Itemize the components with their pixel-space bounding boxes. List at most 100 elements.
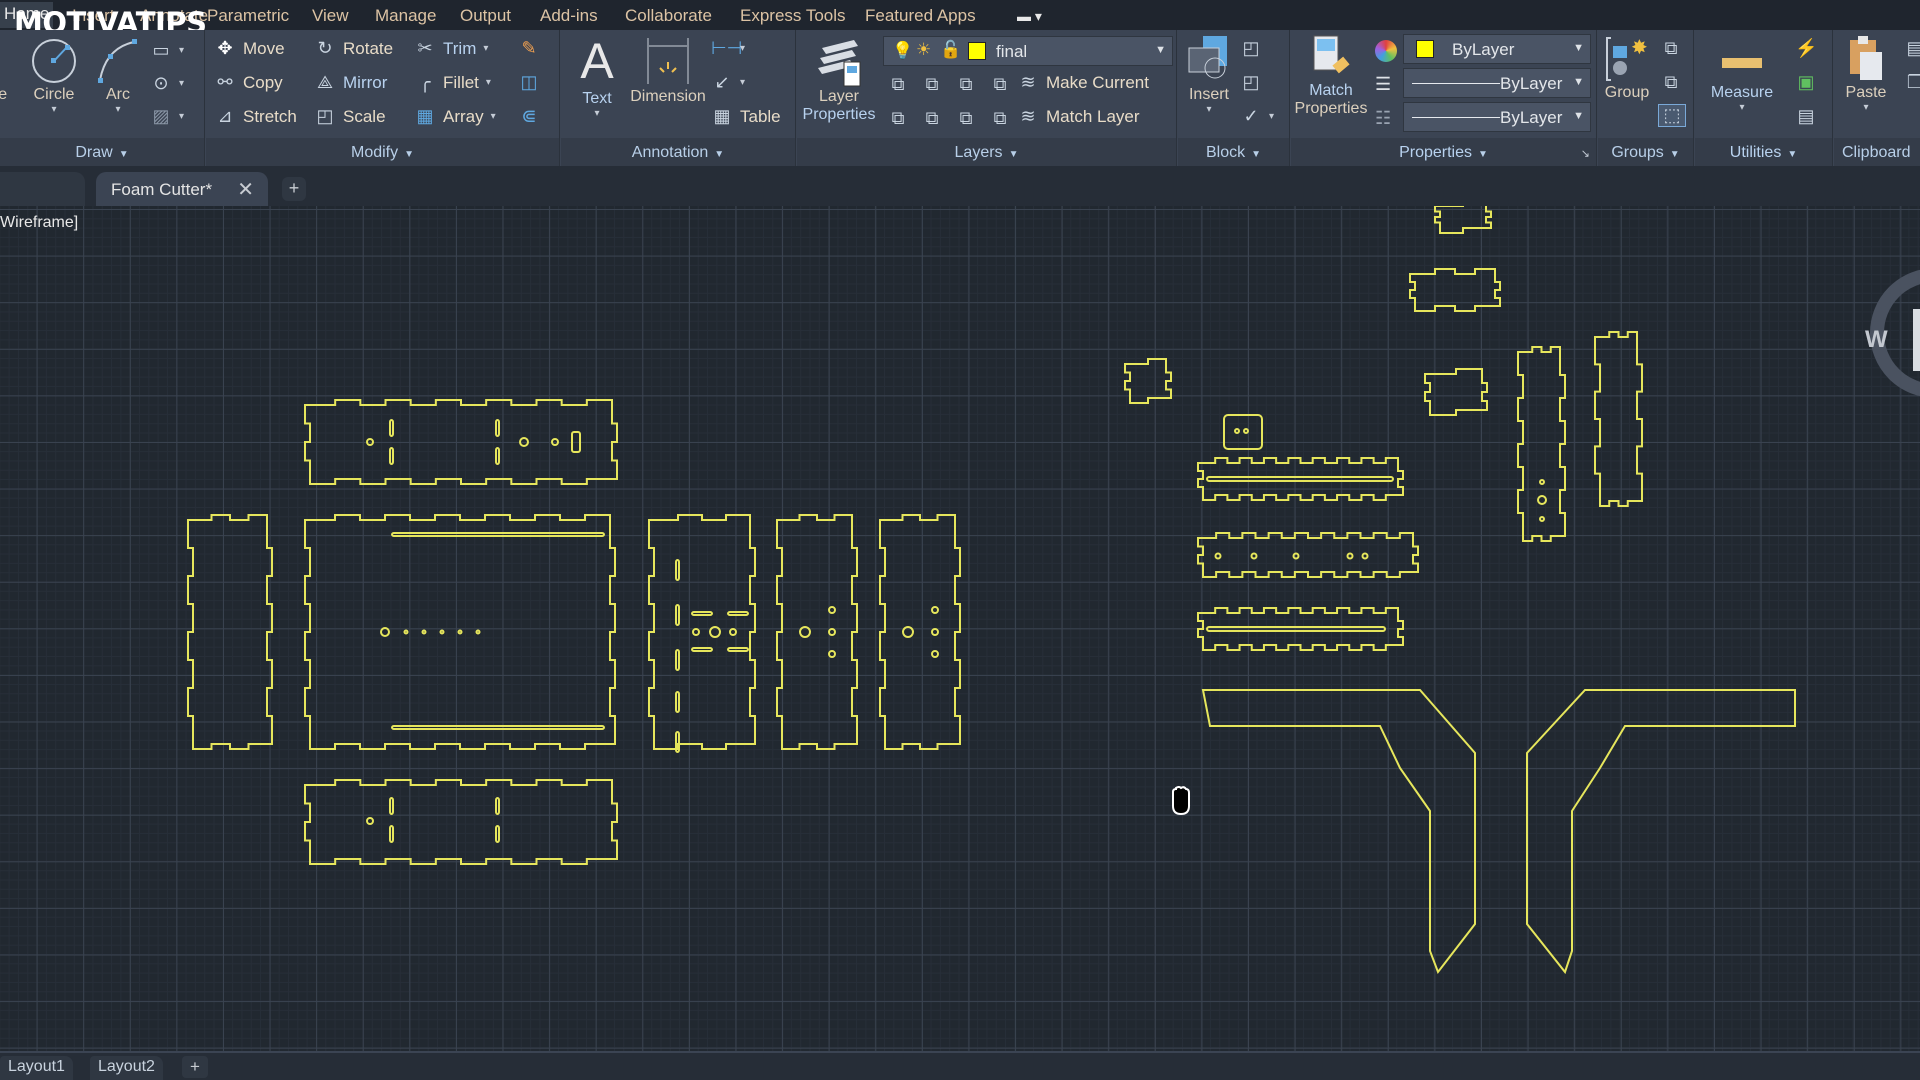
part-bottom-panel[interactable] bbox=[304, 779, 618, 865]
visual-style-label[interactable]: Wireframe] bbox=[0, 214, 78, 232]
explode-button[interactable]: ◫ bbox=[518, 72, 540, 93]
hole[interactable] bbox=[1537, 495, 1547, 505]
part-side-panel-b[interactable] bbox=[776, 514, 858, 750]
new-tab-button[interactable]: + bbox=[282, 177, 306, 201]
block-attributes-button[interactable]: ✓ ▾ bbox=[1240, 106, 1274, 127]
slot[interactable] bbox=[675, 559, 680, 581]
hole[interactable] bbox=[519, 437, 529, 447]
layer-lock-icon[interactable]: 🔓 bbox=[940, 40, 961, 60]
slot[interactable] bbox=[727, 647, 749, 652]
circle-button[interactable]: Circle ▾ bbox=[26, 36, 82, 115]
connector-cutout[interactable] bbox=[571, 431, 581, 453]
ellipse-button[interactable]: ⊙ ▾ bbox=[150, 73, 184, 94]
slot[interactable] bbox=[389, 447, 394, 465]
part-rail-a[interactable] bbox=[1197, 457, 1404, 501]
panel-title-groups[interactable]: Groups ▼ bbox=[1598, 144, 1693, 162]
slot[interactable] bbox=[691, 647, 713, 652]
move-button[interactable]: ✥ Move bbox=[214, 38, 284, 59]
hole[interactable] bbox=[1539, 516, 1545, 522]
part-small-c[interactable] bbox=[1424, 368, 1488, 416]
hole[interactable] bbox=[1214, 552, 1222, 560]
rotate-button[interactable]: ↻ Rotate bbox=[314, 38, 393, 59]
part-rail-b[interactable] bbox=[1197, 532, 1419, 578]
slot[interactable] bbox=[495, 797, 500, 815]
match-layer-button[interactable]: ≋ Match Layer bbox=[1017, 106, 1139, 127]
layout-tab-1[interactable]: Layout1 bbox=[0, 1056, 73, 1080]
slot[interactable] bbox=[389, 797, 394, 815]
hole[interactable] bbox=[439, 629, 445, 635]
layer-dropdown[interactable]: 💡 ☀ 🔓 final ▼ bbox=[883, 36, 1173, 66]
insert-button[interactable]: Insert ▾ bbox=[1182, 34, 1236, 115]
rail-slot[interactable] bbox=[1206, 476, 1394, 482]
panel-title-clipboard[interactable]: Clipboard bbox=[1842, 144, 1920, 162]
layer-unisolate-icon[interactable]: ⧉ bbox=[921, 108, 943, 129]
layer-off-icon[interactable]: ⧉ bbox=[887, 74, 909, 95]
hole[interactable] bbox=[403, 629, 409, 635]
document-tab[interactable]: Foam Cutter* ✕ bbox=[96, 172, 268, 206]
ungroup-button[interactable]: ⧉ bbox=[1660, 38, 1682, 59]
layer-thaw-icon[interactable]: ⧉ bbox=[955, 108, 977, 129]
layer-properties-button[interactable]: Layer Properties bbox=[799, 36, 879, 124]
select-all-button[interactable]: ▣ bbox=[1795, 72, 1817, 93]
part-side-panel-a[interactable] bbox=[648, 514, 756, 750]
slot[interactable] bbox=[389, 825, 394, 843]
layer-freeze-icon[interactable]: ☀ bbox=[916, 40, 931, 60]
hole[interactable] bbox=[1243, 428, 1249, 434]
create-block-button[interactable]: ◰ bbox=[1240, 38, 1262, 59]
panel-title-draw[interactable]: Draw ▼ bbox=[0, 144, 204, 162]
layer-on-icon[interactable]: 💡 bbox=[892, 41, 913, 61]
hole[interactable] bbox=[551, 438, 559, 446]
hole[interactable] bbox=[692, 628, 700, 636]
hole[interactable] bbox=[1234, 428, 1240, 434]
hole[interactable] bbox=[799, 626, 811, 638]
slot[interactable] bbox=[675, 691, 680, 713]
arc-button[interactable]: Arc ▾ bbox=[96, 36, 140, 115]
rail-slot[interactable] bbox=[391, 725, 605, 730]
hole[interactable] bbox=[1346, 552, 1354, 560]
offset-button[interactable]: ⋐ bbox=[518, 106, 540, 127]
linetype-dropdown[interactable]: ByLayer ▼ bbox=[1403, 102, 1591, 132]
part-small-e[interactable] bbox=[1223, 414, 1263, 450]
cloud-toggle-icon[interactable]: ▬ ▾ bbox=[1017, 8, 1042, 25]
layer-lock-tool-icon[interactable]: ⧉ bbox=[989, 74, 1011, 95]
hole[interactable] bbox=[421, 629, 427, 635]
part-column-b[interactable] bbox=[1594, 331, 1643, 507]
group-selection-toggle[interactable]: ⬚ bbox=[1658, 104, 1686, 127]
lineweight-dropdown[interactable]: ByLayer ▼ bbox=[1403, 68, 1591, 98]
hole[interactable] bbox=[828, 628, 836, 636]
hole[interactable] bbox=[931, 650, 939, 658]
part-leg-left[interactable] bbox=[1201, 689, 1476, 975]
panel-title-annotation[interactable]: Annotation ▼ bbox=[561, 144, 795, 162]
part-rail-c[interactable] bbox=[1197, 607, 1404, 651]
copy-button[interactable]: ⚯ Copy bbox=[214, 72, 282, 93]
tab-express-tools[interactable]: Express Tools bbox=[740, 6, 846, 26]
layer-on-tool-icon[interactable]: ⧉ bbox=[887, 108, 909, 129]
viewcube-west-label[interactable]: W bbox=[1865, 326, 1888, 354]
line-button[interactable]: Line bbox=[0, 36, 18, 104]
text-button[interactable]: A Text ▾ bbox=[567, 32, 627, 119]
trim-button[interactable]: ✂ Trim ▾ bbox=[414, 38, 488, 59]
erase-button[interactable]: ✎ bbox=[518, 38, 540, 59]
hole[interactable] bbox=[1292, 552, 1300, 560]
linear-dim-button[interactable]: ⊢⊣ ▾ bbox=[711, 38, 745, 59]
hole[interactable] bbox=[709, 626, 721, 638]
slot[interactable] bbox=[495, 447, 500, 465]
color-dropdown[interactable]: ByLayer ▼ bbox=[1403, 34, 1591, 64]
hole[interactable] bbox=[902, 626, 914, 638]
hole[interactable] bbox=[931, 628, 939, 636]
panel-title-properties[interactable]: Properties ▼ bbox=[1291, 144, 1596, 162]
layout-tab-2[interactable]: Layout2 bbox=[90, 1056, 163, 1080]
hole[interactable] bbox=[1539, 479, 1545, 485]
part-left-end[interactable] bbox=[187, 514, 273, 750]
scale-button[interactable]: ◰ Scale bbox=[314, 106, 385, 127]
hole[interactable] bbox=[828, 650, 836, 658]
quick-select-button[interactable]: ⚡ bbox=[1795, 38, 1817, 59]
layer-isolate-icon[interactable]: ⧉ bbox=[921, 74, 943, 95]
dimension-button[interactable]: Dimension bbox=[623, 36, 713, 106]
cut-button[interactable]: ▤ bbox=[1904, 38, 1920, 59]
mirror-button[interactable]: ⟁ Mirror bbox=[314, 72, 387, 93]
stretch-button[interactable]: ⊿ Stretch bbox=[214, 106, 296, 127]
hole[interactable] bbox=[729, 628, 737, 636]
hole[interactable] bbox=[366, 438, 374, 446]
copy-clip-button[interactable]: ❐ bbox=[1904, 72, 1920, 93]
